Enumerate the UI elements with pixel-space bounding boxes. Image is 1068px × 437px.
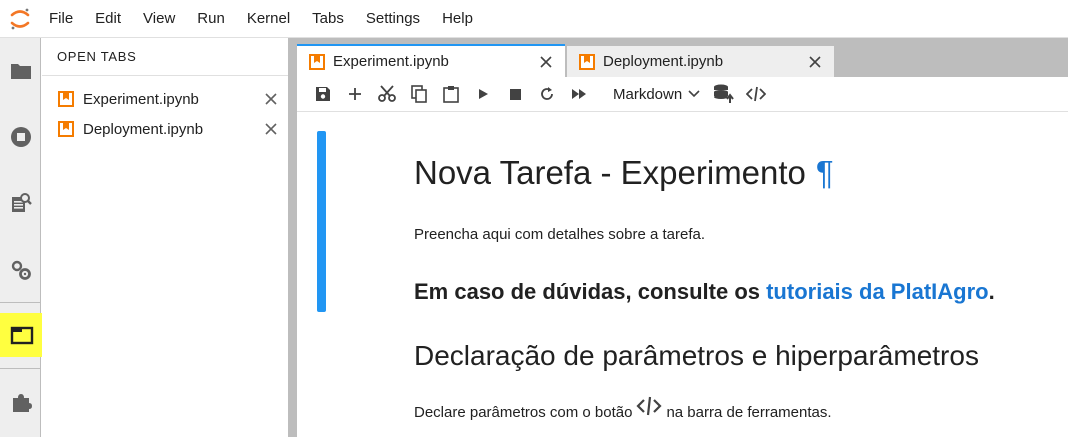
chevron-down-icon <box>688 90 700 98</box>
activity-bar <box>0 38 44 437</box>
add-icon <box>349 88 361 100</box>
menu-file[interactable]: File <box>40 0 86 38</box>
tab-experiment[interactable]: Experiment.ipynb <box>297 44 565 77</box>
tutorials-link[interactable]: tutoriais da PlatIAgro <box>766 279 988 304</box>
help-heading-suffix: . <box>988 279 995 304</box>
menu-run[interactable]: Run <box>188 0 238 38</box>
stop-icon <box>509 88 521 100</box>
file-browser-button[interactable] <box>0 49 41 93</box>
cut-icon <box>378 85 396 102</box>
menu-bar: File Edit View Run Kernel Tabs Settings … <box>0 0 1068 38</box>
description-text: Preencha aqui com detalhes sobre a taref… <box>414 226 706 243</box>
save-icon <box>316 87 330 101</box>
property-inspector-button[interactable] <box>0 181 41 225</box>
paste-icon <box>443 86 459 103</box>
run-all-button[interactable] <box>563 80 595 108</box>
stop-circle-icon <box>10 127 31 147</box>
cell-type-select[interactable]: Markdown <box>613 86 700 103</box>
instruction-text-suffix: na barra de ferramentas. <box>666 403 832 421</box>
tabs-icon <box>10 326 34 345</box>
close-icon[interactable] <box>796 55 834 68</box>
cell-type-value: Markdown <box>613 85 683 103</box>
activity-divider <box>0 302 41 303</box>
refresh-icon <box>541 87 553 100</box>
code-brackets-icon <box>746 86 767 102</box>
menu-view[interactable]: View <box>134 0 188 38</box>
interrupt-button[interactable] <box>499 80 531 108</box>
database-upload-icon <box>714 84 735 103</box>
settings-gears-button[interactable] <box>0 248 41 292</box>
menu-help[interactable]: Help <box>433 0 486 38</box>
paste-button[interactable] <box>435 80 467 108</box>
menu-tabs[interactable]: Tabs <box>303 0 357 38</box>
panel-splitter[interactable] <box>288 38 297 437</box>
menu-settings[interactable]: Settings <box>357 0 433 38</box>
open-tab-label: Deployment.ipynb <box>83 120 204 138</box>
running-sessions-button[interactable] <box>0 115 41 159</box>
restart-button[interactable] <box>531 80 563 108</box>
copy-icon <box>411 85 427 103</box>
document-tab-bar: Experiment.ipynb Deployment.ipynb <box>297 38 1068 77</box>
open-tab-item[interactable]: Deployment.ipynb <box>42 114 288 144</box>
notebook-content[interactable]: Nova Tarefa - Experimento ¶ Preencha aqui… <box>297 112 1068 437</box>
notebook-icon <box>58 91 74 107</box>
instruction-text: Declare parâmetros com o botão <box>414 403 633 421</box>
parameters-instruction: Declare parâmetros com o botão na barra … <box>414 396 832 422</box>
heading-anchor-link[interactable]: ¶ <box>816 154 834 191</box>
folder-icon <box>10 64 31 79</box>
parameters-button[interactable] <box>740 80 772 108</box>
save-button[interactable] <box>307 80 339 108</box>
cut-button[interactable] <box>371 80 403 108</box>
open-tabs-button[interactable] <box>0 313 44 357</box>
notebook-icon <box>309 53 325 70</box>
tab-label: Experiment.ipynb <box>333 53 449 70</box>
menu-kernel[interactable]: Kernel <box>238 0 303 38</box>
extension-puzzle-icon <box>12 394 32 412</box>
close-icon[interactable] <box>527 55 565 68</box>
run-button[interactable] <box>467 80 499 108</box>
open-tabs-panel: OPEN TABS Experiment.ipynb Deployment.ip… <box>42 38 288 437</box>
play-icon <box>479 89 488 99</box>
copy-button[interactable] <box>403 80 435 108</box>
heading-text: Nova Tarefa - Experimento <box>414 154 806 191</box>
notebook-icon <box>579 53 595 70</box>
notebook-toolbar: Markdown <box>297 77 1068 112</box>
jupyter-logo-icon <box>0 0 40 38</box>
code-brackets-icon <box>636 396 662 416</box>
help-heading: Em caso de dúvidas, consulte os tutoriai… <box>414 279 995 305</box>
active-cell-indicator[interactable] <box>317 131 326 312</box>
help-heading-text: Em caso de dúvidas, consulte os <box>414 279 767 304</box>
fast-forward-icon <box>572 89 586 99</box>
insert-cell-button[interactable] <box>339 80 371 108</box>
data-upload-button[interactable] <box>708 80 740 108</box>
menu-edit[interactable]: Edit <box>86 0 134 38</box>
tab-deployment[interactable]: Deployment.ipynb <box>567 46 834 77</box>
extension-manager-button[interactable] <box>0 380 41 424</box>
open-tab-item[interactable]: Experiment.ipynb <box>42 84 288 114</box>
property-inspector-icon <box>11 193 32 212</box>
gears-icon <box>11 260 31 280</box>
open-tab-label: Experiment.ipynb <box>83 90 199 108</box>
tab-label: Deployment.ipynb <box>603 53 724 70</box>
section-heading: Declaração de parâmetros e hiperparâmetr… <box>414 340 979 371</box>
close-icon[interactable] <box>254 93 288 105</box>
close-icon[interactable] <box>254 123 288 135</box>
activity-divider <box>0 368 41 369</box>
page-title: Nova Tarefa - Experimento ¶ <box>414 154 834 192</box>
notebook-icon <box>58 121 74 137</box>
panel-header: OPEN TABS <box>42 38 288 76</box>
